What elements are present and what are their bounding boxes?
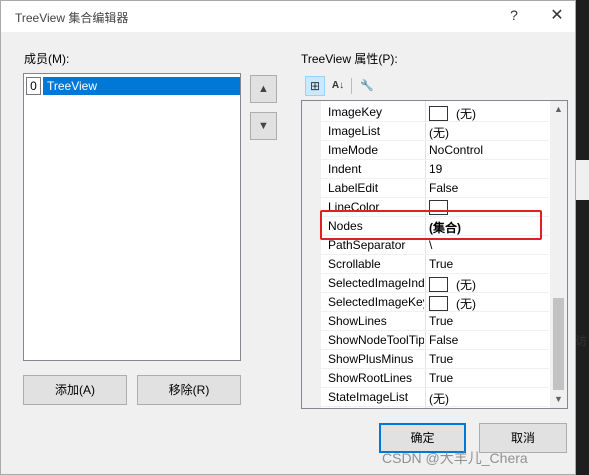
members-list[interactable]: 0 TreeView [23, 73, 241, 361]
nodes-annotation-box [320, 210, 542, 240]
member-name: TreeView [43, 77, 240, 95]
categorized-icon: ⊞ [309, 79, 321, 93]
property-value[interactable]: False [429, 333, 458, 347]
categorized-view-button[interactable]: ⊞ [305, 76, 325, 96]
property-name: PathSeparator [328, 238, 406, 252]
scroll-up-icon[interactable]: ▲ [550, 101, 567, 118]
property-value-text: (无) [456, 107, 476, 121]
vertical-scrollbar[interactable]: ▲ ▼ [550, 101, 567, 408]
property-grid-margin [302, 101, 321, 408]
property-row[interactable]: ShowRootLines True [321, 369, 549, 388]
sort-alphabetical-icon: A↓ [331, 80, 345, 91]
property-value-text: True [429, 314, 454, 328]
property-row[interactable]: ShowPlusMinus True [321, 350, 549, 369]
member-index: 0 [26, 77, 41, 95]
collection-editor-dialog: TreeView 集合编辑器 ? ✕ 成员(M): 0 TreeView ▲ ▼… [0, 0, 576, 475]
property-name: ImageKey [328, 105, 383, 119]
property-value[interactable]: True [429, 371, 453, 385]
property-name: ImeMode [328, 143, 379, 157]
property-row[interactable]: StateImageList (无) [321, 388, 549, 407]
value-swatch [429, 296, 448, 311]
title-bar: TreeView 集合编辑器 ? ✕ [1, 1, 575, 32]
property-value-text: True [429, 352, 454, 366]
property-value[interactable]: True [429, 257, 453, 271]
property-name: ShowRootLines [328, 371, 413, 385]
property-value-text: (无) [429, 126, 449, 140]
property-value[interactable]: True [429, 352, 453, 366]
property-name: ShowLines [328, 314, 387, 328]
property-value[interactable]: \ [429, 238, 432, 252]
property-row[interactable]: Scrollable True [321, 255, 549, 274]
background-window-text: 访 [575, 334, 588, 348]
property-value[interactable]: (无) [429, 390, 449, 407]
scroll-down-icon[interactable]: ▼ [550, 391, 567, 408]
property-name: ShowPlusMinus [328, 352, 414, 366]
property-value-text: True [429, 257, 454, 271]
property-value[interactable]: True [429, 314, 453, 328]
property-row[interactable]: LabelEdit False [321, 179, 549, 198]
close-button[interactable]: ✕ [549, 5, 565, 25]
property-value-text: (无) [429, 392, 449, 406]
move-up-button[interactable]: ▲ [250, 75, 277, 103]
members-label: 成员(M): [24, 52, 70, 66]
watermark: CSDN @大羊儿_Chera [382, 450, 528, 466]
property-value-text: NoControl [429, 143, 484, 157]
property-value-text: (无) [456, 297, 476, 311]
arrow-down-icon: ▼ [258, 120, 269, 132]
property-row[interactable]: ImageList (无) [321, 122, 549, 141]
property-name: ImageList [328, 124, 381, 138]
wrench-icon: 🔧 [360, 80, 374, 92]
property-value[interactable]: 19 [429, 162, 442, 176]
property-pages-button[interactable]: 🔧 [357, 76, 377, 96]
property-value-text: False [429, 333, 459, 347]
property-row[interactable]: ImageKey (无) [321, 103, 549, 122]
property-value[interactable]: (无) [429, 105, 476, 122]
property-value[interactable]: False [429, 181, 458, 195]
property-value[interactable]: (无) [429, 295, 476, 312]
help-button[interactable]: ? [507, 7, 521, 23]
remove-button[interactable]: 移除(R) [137, 375, 241, 405]
property-grid[interactable]: ImageKey (无) ImageList (无) ImeMode NoControl I… [301, 100, 568, 409]
value-swatch [429, 106, 448, 121]
property-name: Scrollable [328, 257, 381, 271]
property-name: ShowNodeToolTips [328, 333, 424, 347]
member-item[interactable]: 0 TreeView [26, 77, 240, 95]
property-value-text: True [429, 371, 454, 385]
property-name: StateImageList [328, 390, 409, 404]
move-down-button[interactable]: ▼ [250, 112, 277, 140]
scrollbar-thumb[interactable] [553, 298, 564, 390]
property-value[interactable]: NoControl [429, 143, 483, 157]
property-row[interactable]: SelectedImageKey (无) [321, 293, 549, 312]
value-swatch [429, 277, 448, 292]
arrow-up-icon: ▲ [258, 83, 269, 95]
property-row[interactable]: Indent 19 [321, 160, 549, 179]
add-button[interactable]: 添加(A) [23, 375, 127, 405]
property-name: SelectedImageKey [328, 295, 424, 309]
window-title: TreeView 集合编辑器 [15, 11, 129, 25]
property-name: LabelEdit [328, 181, 379, 195]
property-value-text: False [429, 181, 459, 195]
property-row[interactable]: ImeMode NoControl [321, 141, 549, 160]
property-value-text: \ [429, 238, 433, 252]
property-name: SelectedImageIndex [328, 276, 424, 290]
property-value[interactable]: (无) [429, 124, 449, 141]
property-row[interactable]: SelectedImageIndex (无) [321, 274, 549, 293]
alphabetical-view-button[interactable]: A↓ [328, 76, 348, 96]
property-row[interactable]: ShowNodeToolTips False [321, 331, 549, 350]
properties-label: TreeView 属性(P): [301, 52, 398, 66]
property-value-text: 19 [429, 162, 443, 176]
property-value-text: (无) [456, 278, 476, 292]
property-row[interactable]: ShowLines True [321, 312, 549, 331]
property-name: Indent [328, 162, 362, 176]
property-value[interactable]: (无) [429, 276, 476, 293]
toolbar-separator [351, 78, 352, 94]
